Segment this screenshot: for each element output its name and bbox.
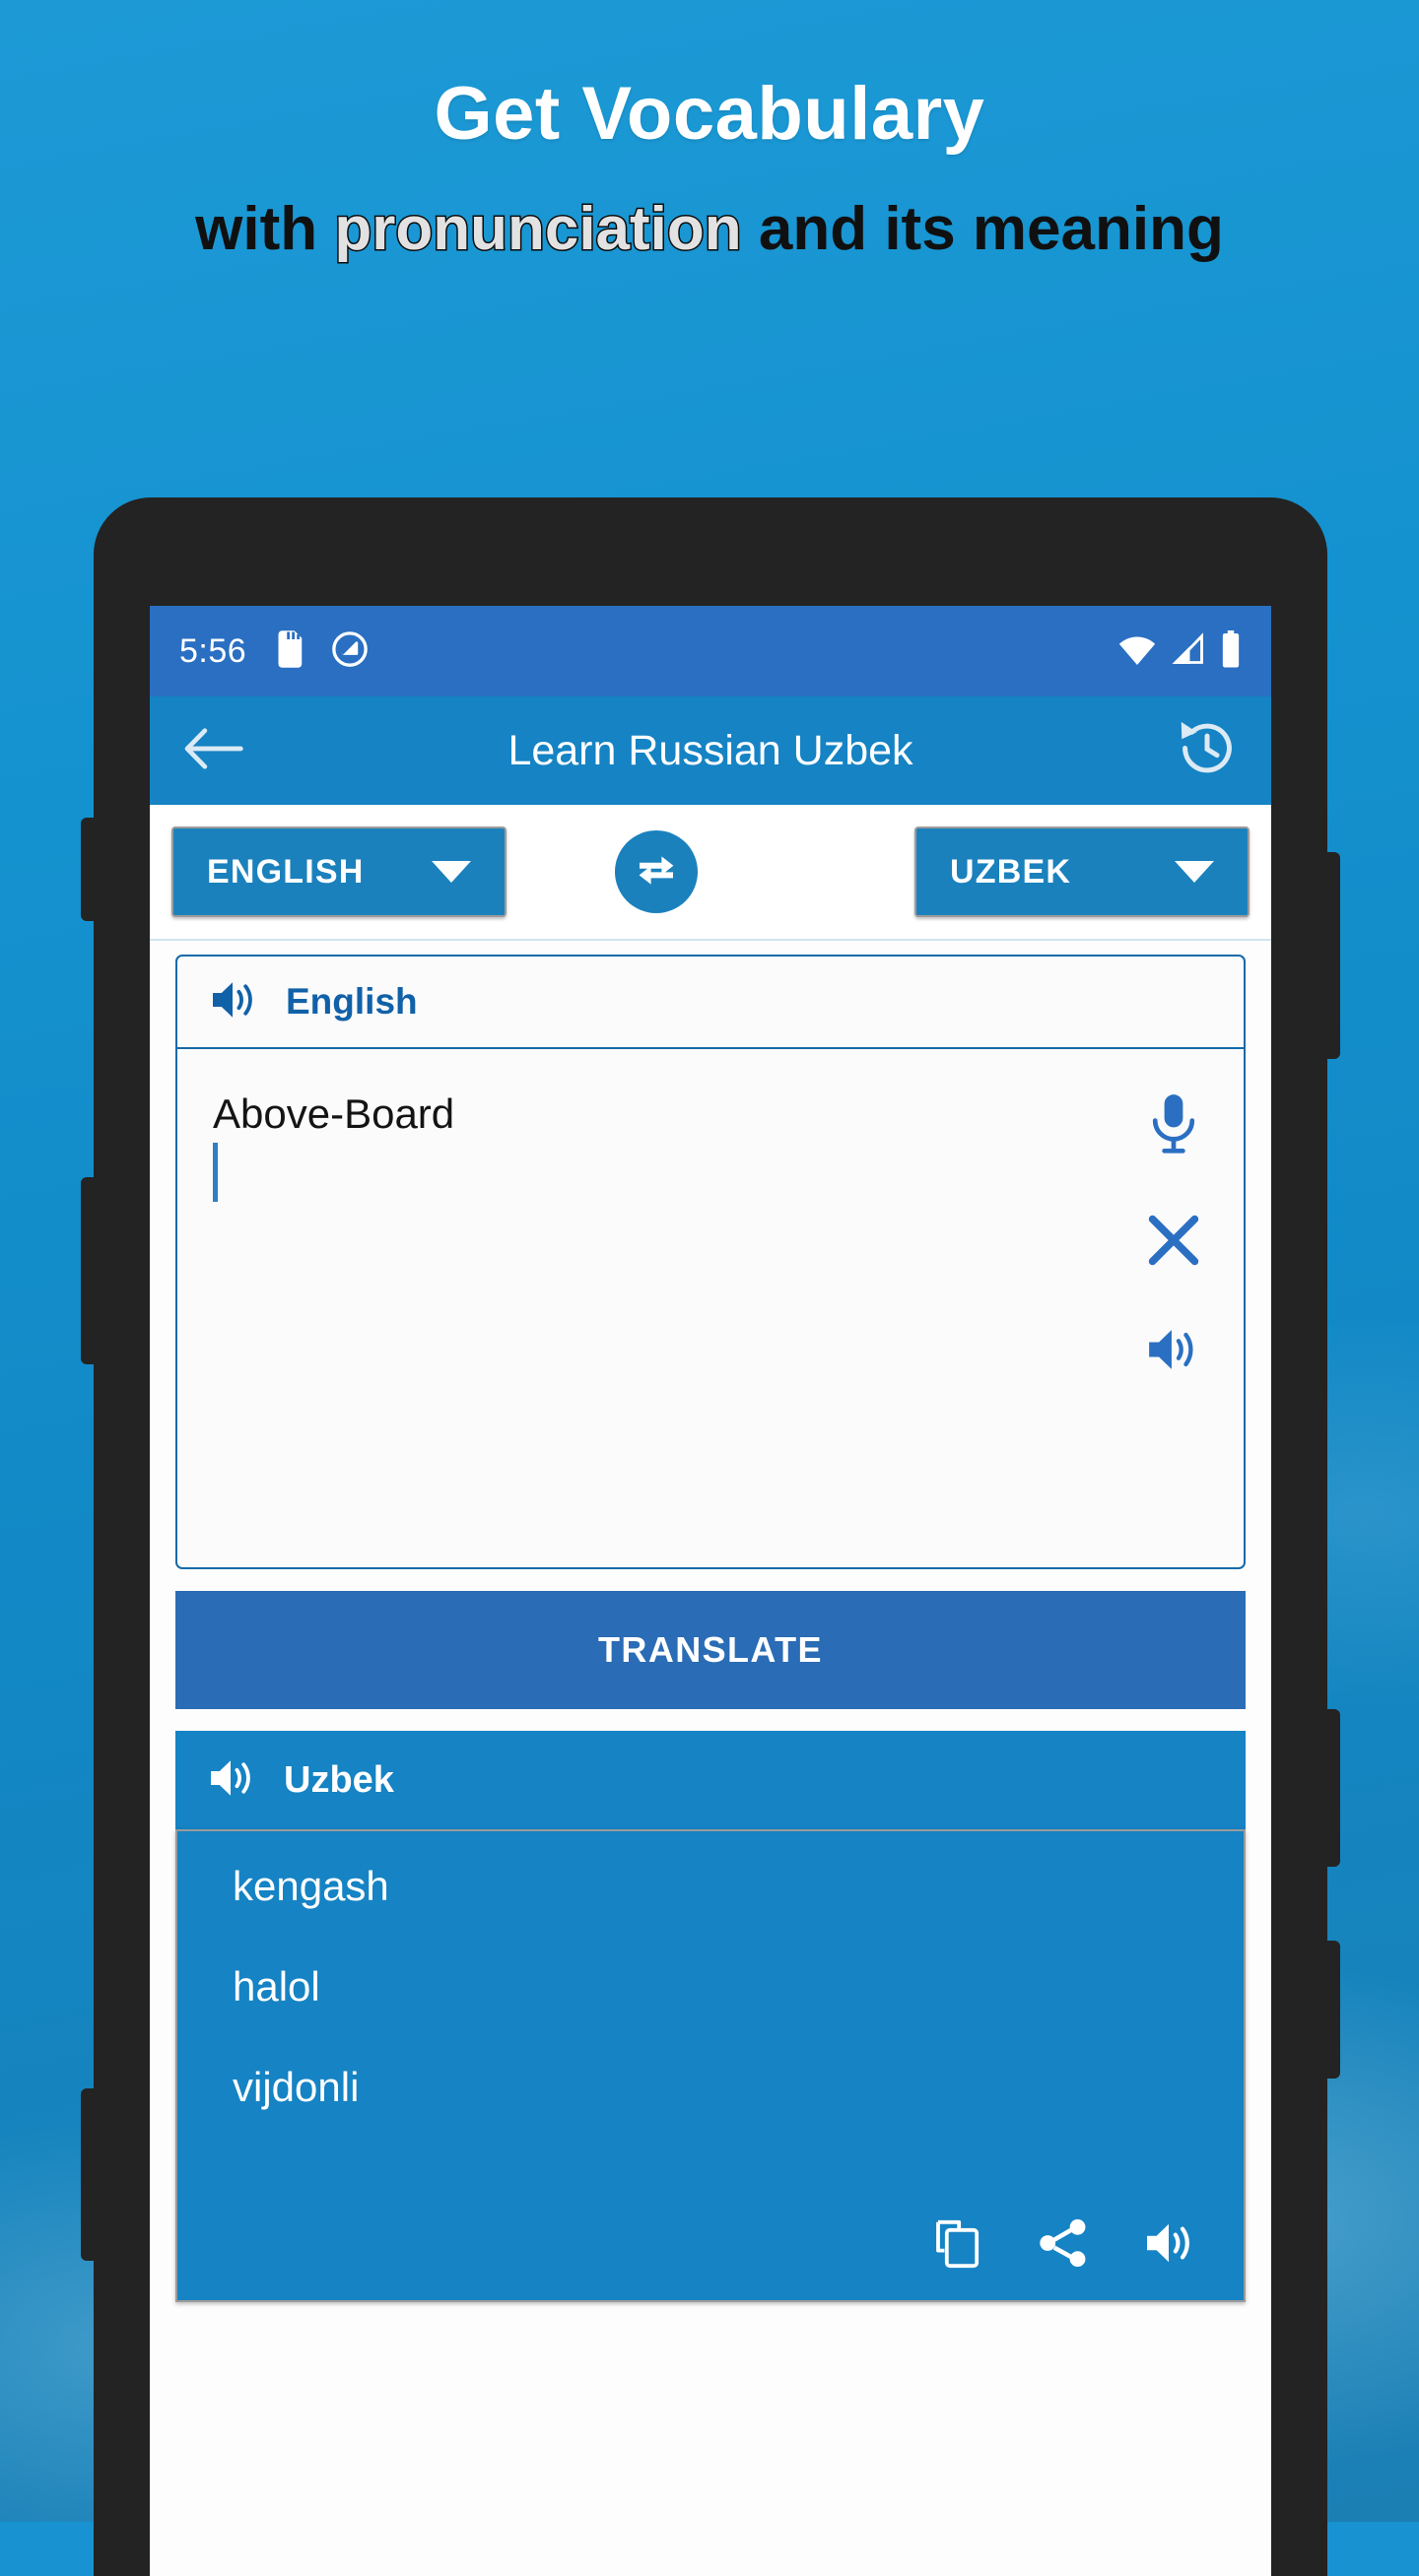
- target-language-label: UZBEK: [950, 852, 1072, 891]
- result-card-actions: [932, 2216, 1198, 2275]
- target-language-button[interactable]: UZBEK: [914, 826, 1250, 917]
- speaker-icon[interactable]: [1143, 2219, 1198, 2272]
- do-not-disturb-icon: [331, 630, 369, 673]
- wifi-icon: [1117, 632, 1157, 671]
- promo-subtitle-after: and its meaning: [741, 195, 1224, 263]
- promo-title: Get Vocabulary: [434, 72, 985, 156]
- source-card-header: English: [175, 955, 1246, 1049]
- phone-screen: 5:56 Learn Russian Uzbek ENGLISH UZBEK E…: [150, 606, 1271, 2576]
- app-bar: Learn Russian Uzbek: [150, 696, 1271, 805]
- status-bar-right-icons: [1117, 629, 1242, 673]
- source-card-label: English: [286, 981, 418, 1022]
- list-item[interactable]: vijdonli: [233, 2066, 1188, 2109]
- list-item[interactable]: halol: [233, 1964, 1188, 2009]
- text-cursor: [213, 1143, 218, 1203]
- source-language-label: ENGLISH: [207, 852, 365, 891]
- copy-icon[interactable]: [932, 2217, 983, 2274]
- phone-side-button: [81, 1177, 97, 1364]
- battery-icon: [1220, 629, 1242, 673]
- status-bar: 5:56: [150, 606, 1271, 696]
- speaker-icon[interactable]: [207, 1755, 258, 1806]
- result-list: kengash halol vijdonli: [175, 1829, 1246, 2302]
- status-bar-left-icons: [276, 629, 369, 673]
- speaker-icon[interactable]: [209, 977, 260, 1027]
- cellular-signal-icon: [1171, 631, 1206, 671]
- microphone-icon[interactable]: [1146, 1092, 1201, 1160]
- result-card-header: Uzbek: [175, 1731, 1246, 1829]
- phone-side-button: [81, 2088, 97, 2261]
- speaker-icon[interactable]: [1145, 1325, 1202, 1379]
- swap-languages-button[interactable]: [615, 830, 698, 913]
- phone-side-button: [1324, 1941, 1340, 2079]
- source-text-area[interactable]: Above-Board: [175, 1049, 1246, 1569]
- translate-button[interactable]: TRANSLATE: [175, 1591, 1246, 1709]
- promo-subtitle-highlight: pronunciation: [333, 195, 743, 263]
- phone-side-button: [81, 818, 97, 921]
- promo-subtitle-before: with: [195, 195, 335, 263]
- promo-subtitle: with pronunciation and its meaning: [0, 197, 1419, 261]
- chevron-down-icon: [432, 861, 471, 883]
- status-bar-clock: 5:56: [179, 631, 247, 670]
- chevron-down-icon: [1175, 861, 1214, 883]
- phone-side-button: [1324, 1709, 1340, 1867]
- page-title: Learn Russian Uzbek: [507, 726, 913, 774]
- promo-header: Get Vocabulary with pronunciation and it…: [0, 0, 1419, 355]
- clear-icon[interactable]: [1145, 1212, 1202, 1274]
- phone-mockup: 5:56 Learn Russian Uzbek ENGLISH UZBEK E…: [81, 497, 1340, 2576]
- translate-button-label: TRANSLATE: [598, 1629, 823, 1670]
- sd-card-icon: [276, 629, 305, 673]
- back-arrow-icon[interactable]: [183, 725, 244, 777]
- list-item[interactable]: kengash: [233, 1864, 1188, 1908]
- swap-languages-icon: [629, 842, 684, 902]
- share-icon[interactable]: [1037, 2216, 1090, 2275]
- history-icon[interactable]: [1177, 718, 1238, 784]
- source-text-card: English Above-Board: [175, 955, 1246, 1569]
- result-card-label: Uzbek: [284, 1758, 394, 1801]
- source-card-actions: [1145, 1092, 1202, 1379]
- source-text-value: Above-Board: [213, 1090, 455, 1137]
- source-language-button[interactable]: ENGLISH: [171, 826, 507, 917]
- language-selector-row: ENGLISH UZBEK: [150, 805, 1271, 941]
- phone-side-button: [1324, 852, 1340, 1059]
- result-card: Uzbek kengash halol vijdonli: [175, 1731, 1246, 2302]
